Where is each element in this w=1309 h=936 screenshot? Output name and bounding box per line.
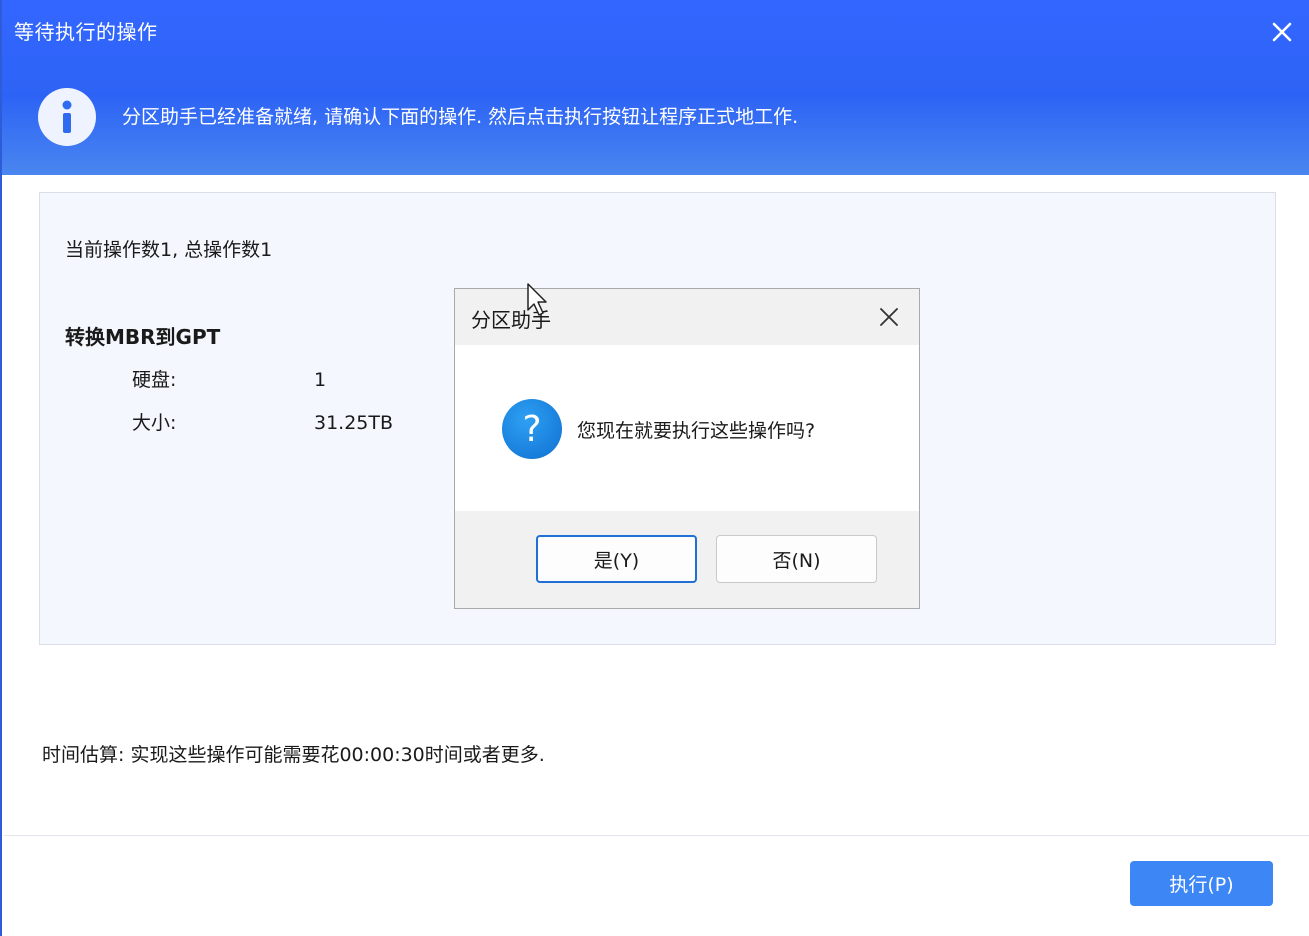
confirm-dialog: 分区助手 ? 您现在就要执行这些操作吗? 是(Y) 否(N) bbox=[454, 288, 920, 609]
size-label: 大小: bbox=[132, 412, 177, 434]
window-title: 等待执行的操作 bbox=[14, 20, 158, 44]
close-icon bbox=[1272, 22, 1292, 42]
dialog-footer: 是(Y) 否(N) bbox=[455, 511, 919, 608]
operation-detail-row: 硬盘: 1 bbox=[132, 365, 326, 392]
disk-value: 1 bbox=[314, 369, 327, 391]
dialog-titlebar: 分区助手 bbox=[455, 289, 919, 345]
pending-operations-window: 等待执行的操作 分区助手已经准备就绪, 请确认下面的操作. 然后点击执行按钮让程… bbox=[0, 0, 1309, 936]
close-icon bbox=[880, 308, 898, 326]
dialog-message: 您现在就要执行这些操作吗? bbox=[577, 420, 816, 442]
no-button[interactable]: 否(N) bbox=[716, 535, 877, 583]
time-estimate: 时间估算: 实现这些操作可能需要花00:00:30时间或者更多. bbox=[42, 744, 545, 766]
dialog-close-button[interactable] bbox=[873, 301, 905, 333]
operation-title: 转换MBR到GPT bbox=[65, 325, 221, 349]
info-icon bbox=[38, 88, 96, 146]
footer-divider bbox=[4, 835, 1309, 836]
disk-label: 硬盘: bbox=[132, 369, 177, 391]
header-message: 分区助手已经准备就绪, 请确认下面的操作. 然后点击执行按钮让程序正式地工作. bbox=[122, 106, 799, 128]
operation-detail-row: 大小: 31.25TB bbox=[132, 408, 393, 435]
window-header: 等待执行的操作 分区助手已经准备就绪, 请确认下面的操作. 然后点击执行按钮让程… bbox=[2, 0, 1309, 175]
mouse-cursor-icon bbox=[527, 283, 547, 316]
yes-button[interactable]: 是(Y) bbox=[536, 535, 697, 583]
size-value: 31.25TB bbox=[314, 412, 394, 434]
question-icon: ? bbox=[502, 399, 562, 459]
window-close-button[interactable] bbox=[1264, 14, 1300, 50]
operation-count: 当前操作数1, 总操作数1 bbox=[65, 239, 273, 261]
execute-button[interactable]: 执行(P) bbox=[1130, 861, 1273, 906]
